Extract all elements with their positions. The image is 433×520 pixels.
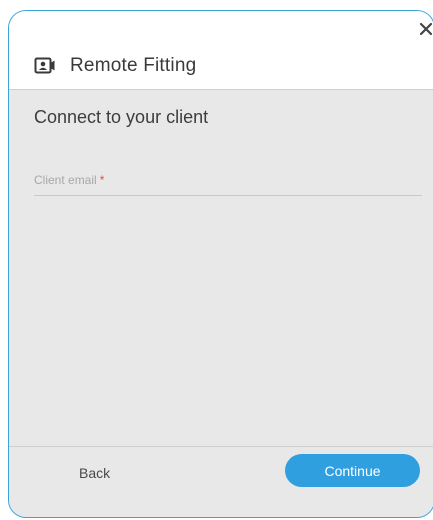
dialog-title: Remote Fitting: [70, 55, 197, 76]
dialog-header: Remote Fitting: [9, 11, 433, 90]
continue-button[interactable]: Continue: [285, 454, 420, 487]
video-camera-icon: [34, 56, 56, 76]
client-email-field[interactable]: Client email *: [34, 169, 422, 196]
close-icon[interactable]: [418, 21, 433, 37]
dialog-footer: Back Continue: [9, 446, 433, 517]
client-email-input[interactable]: [34, 169, 422, 195]
remote-fitting-dialog: Remote Fitting Connect to your client Cl…: [8, 10, 433, 518]
page-heading: Connect to your client: [34, 107, 209, 127]
title-row: Remote Fitting: [34, 55, 196, 77]
back-button[interactable]: Back: [79, 465, 110, 481]
